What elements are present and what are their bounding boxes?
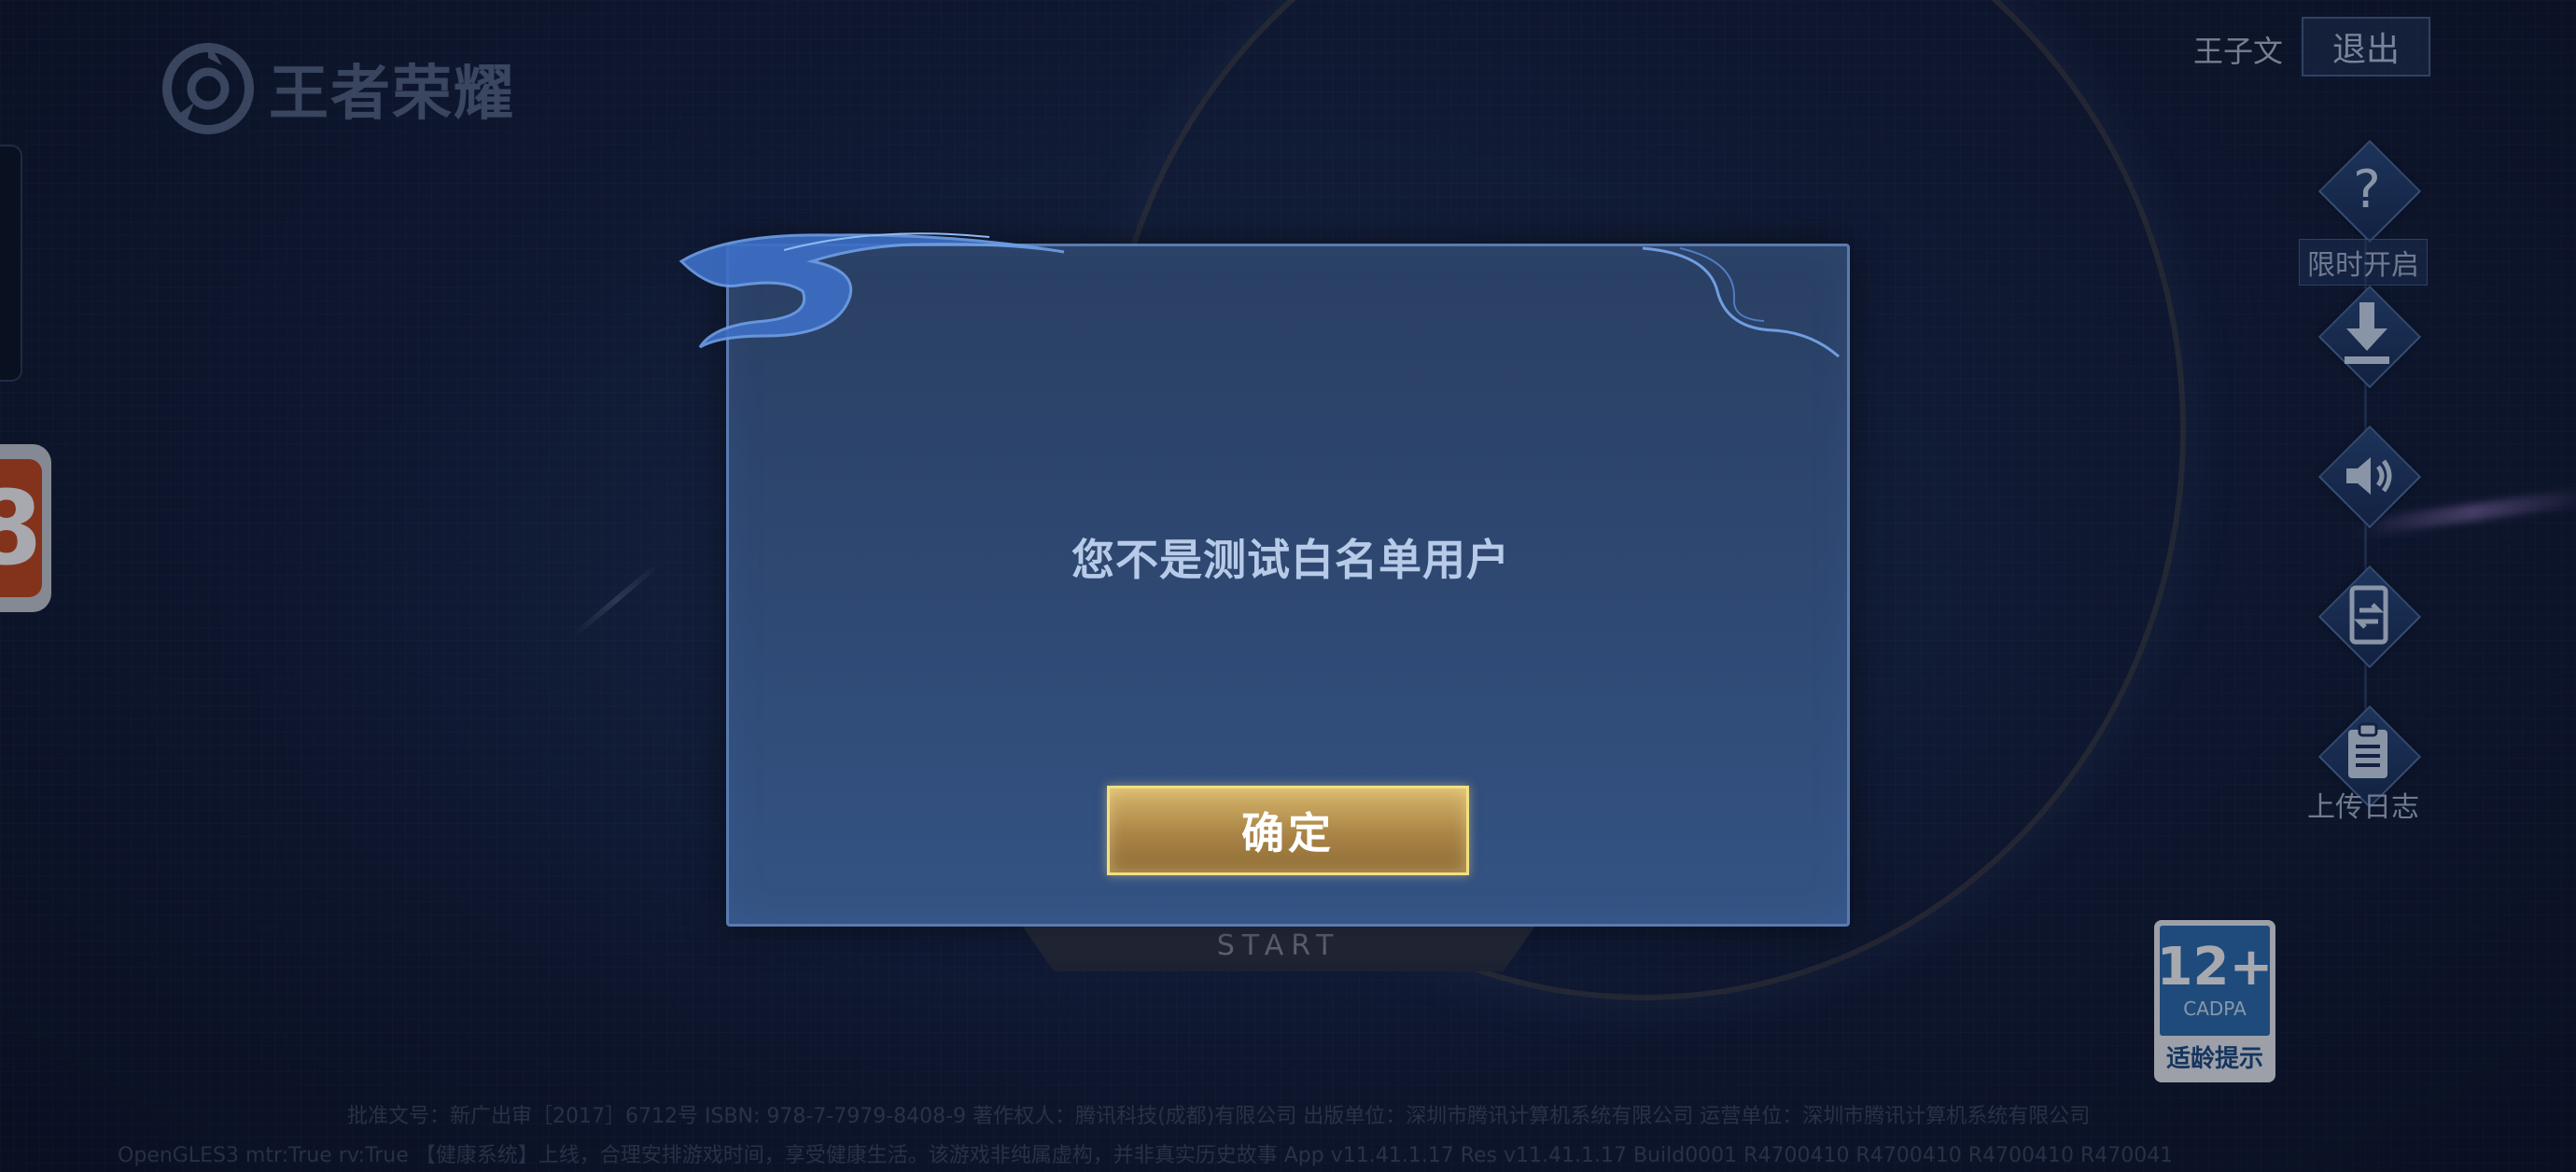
confirm-button[interactable]: 确定 [1107,786,1469,875]
dialog-corner-ornament-icon [1642,246,1840,358]
dialog-cloud-ornament-icon [679,232,1065,349]
dialog-message: 您不是测试白名单用户 [1071,535,1510,585]
